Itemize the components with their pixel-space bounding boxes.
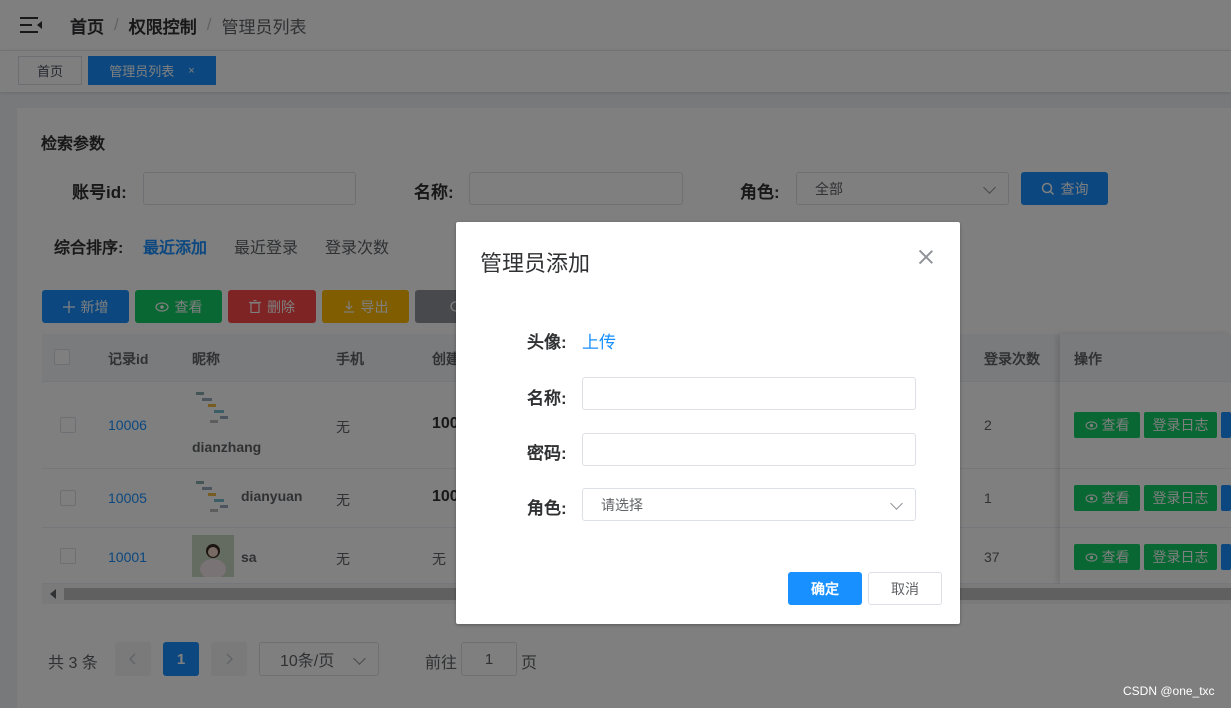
cancel-button[interactable]: 取消 [868, 572, 942, 605]
add-admin-dialog: 管理员添加 头像: 上传 名称: 密码: 角色: 请选择 确定 取消 [456, 222, 960, 624]
confirm-button[interactable]: 确定 [788, 572, 862, 605]
dialog-role-label: 角色: [527, 499, 567, 518]
role-select-placeholder: 请选择 [601, 496, 643, 513]
dialog-title: 管理员添加 [480, 251, 591, 276]
dialog-password-label: 密码: [527, 444, 567, 463]
dialog-password-input[interactable] [582, 433, 916, 466]
watermark: CSDN @one_txc [1123, 684, 1215, 698]
close-icon[interactable] [918, 249, 934, 265]
dialog-name-label: 名称: [527, 389, 567, 408]
dialog-role-select[interactable]: 请选择 [582, 488, 916, 521]
chevron-down-icon [890, 497, 903, 510]
upload-link[interactable]: 上传 [582, 328, 616, 353]
dialog-name-input[interactable] [582, 377, 916, 410]
avatar-label: 头像: [527, 333, 567, 352]
